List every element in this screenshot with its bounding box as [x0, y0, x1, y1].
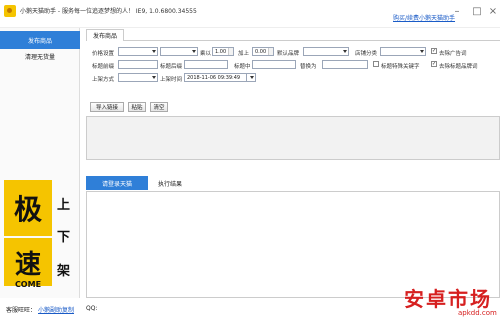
brand-label: 默认品牌: [277, 51, 300, 57]
publish-form: 价格设置 乘以 1.00 加上 0.00 默认品牌 店铺分类 ✓ 去除广告词 标…: [86, 42, 500, 90]
spinner-icon[interactable]: [268, 48, 273, 55]
window-title: 小鹅天猫助手 - 服务每一位追逐梦想的人！ IE9, 1.0.6800.3455…: [20, 8, 197, 15]
multiply-input[interactable]: 1.00: [212, 47, 234, 56]
chevron-down-icon: [192, 50, 196, 53]
qq-label: QQ:: [86, 305, 98, 312]
add-input[interactable]: 0.00: [252, 47, 274, 56]
minimize-icon[interactable]: –: [450, 4, 464, 18]
watermark-domain: apkdd.com: [458, 309, 497, 317]
clear-button[interactable]: 清空: [150, 102, 168, 112]
title-prefix-label: 标题前缀: [92, 64, 115, 70]
chevron-down-icon: [152, 76, 156, 79]
multiply-value: 1.00: [215, 48, 227, 55]
tab-publish[interactable]: 发布商品: [86, 29, 125, 41]
log-panel[interactable]: [86, 191, 500, 298]
spinner-icon[interactable]: [228, 48, 233, 55]
listing-method-select[interactable]: [118, 73, 158, 82]
listing-time-value: 2018-11-06 09:39:49: [187, 74, 241, 81]
promo-banner[interactable]: 极 速 COME 上 下 架: [4, 180, 84, 298]
log-tabbar: 请登录天猫 执行结果: [86, 176, 500, 190]
price-select-2[interactable]: [160, 47, 198, 56]
site-watermark: 安卓市场 apkdd.com: [404, 283, 500, 318]
wangwang-label: 客服旺旺：: [6, 307, 37, 314]
title-middle-label: 标题中: [234, 64, 251, 70]
watermark-text: 安卓市场: [404, 287, 492, 311]
promo-word: COME: [14, 279, 42, 289]
paste-button[interactable]: 粘贴: [128, 102, 146, 112]
remove-ads-checkbox[interactable]: ✓: [431, 48, 437, 54]
close-icon[interactable]: ×: [486, 4, 500, 18]
promo-side-1: 上: [57, 198, 71, 213]
maximize-icon[interactable]: □: [470, 4, 484, 18]
promo-side-2: 下: [57, 230, 71, 245]
links-textarea[interactable]: [86, 116, 500, 160]
title-prefix-input[interactable]: [118, 60, 158, 69]
replace-label: 替换为: [300, 64, 317, 70]
title-suffix-input[interactable]: [184, 60, 228, 69]
listing-time-input[interactable]: 2018-11-06 09:39:49: [184, 73, 254, 82]
tab-results[interactable]: 执行结果: [148, 176, 192, 190]
chevron-down-icon: [250, 76, 254, 79]
shop-category-label: 店铺分类: [355, 51, 378, 57]
purchase-link[interactable]: 购买/续费小鹅天猫助手: [393, 13, 455, 22]
tab-tmall-login[interactable]: 请登录天猫: [86, 176, 148, 190]
main-tabbar: 发布商品: [86, 29, 500, 41]
price-label: 价格设置: [92, 51, 115, 57]
chevron-down-icon: [343, 50, 347, 53]
title-bar: 小鹅天猫助手 - 服务每一位追逐梦想的人！ IE9, 1.0.6800.3455…: [0, 0, 500, 28]
replace-input[interactable]: [322, 60, 368, 69]
listing-time-label: 上架时间: [160, 77, 183, 83]
chevron-down-icon: [152, 50, 156, 53]
calendar-dropdown-icon[interactable]: [246, 73, 256, 82]
sidebar-item-clean-stock[interactable]: 清理无货量: [0, 47, 80, 65]
add-value: 0.00: [255, 48, 267, 55]
multiply-label: 乘以: [200, 51, 212, 57]
promo-side-3: 架: [57, 264, 71, 279]
price-select-1[interactable]: [118, 47, 158, 56]
promo-char-1: 极: [4, 180, 52, 236]
wangwang-link[interactable]: 小鹅副助复制: [38, 305, 74, 314]
title-special-label: 标题特殊关键字: [381, 64, 420, 70]
listing-method-label: 上架方式: [92, 77, 115, 83]
chevron-down-icon: [420, 50, 424, 53]
remove-ads-label: 去除广告词: [439, 51, 467, 57]
title-suffix-label: 标题后缀: [160, 64, 183, 70]
brand-select[interactable]: [303, 47, 349, 56]
title-special-checkbox[interactable]: [373, 61, 379, 67]
add-label: 加上: [238, 51, 250, 57]
shop-category-select[interactable]: [380, 47, 426, 56]
title-middle-input[interactable]: [252, 60, 296, 69]
remove-brand-label: 去除标题品牌词: [439, 64, 478, 70]
import-links-button[interactable]: 导入链接: [90, 102, 124, 112]
app-logo-icon: [4, 5, 16, 17]
remove-brand-checkbox[interactable]: ✓: [431, 61, 437, 67]
